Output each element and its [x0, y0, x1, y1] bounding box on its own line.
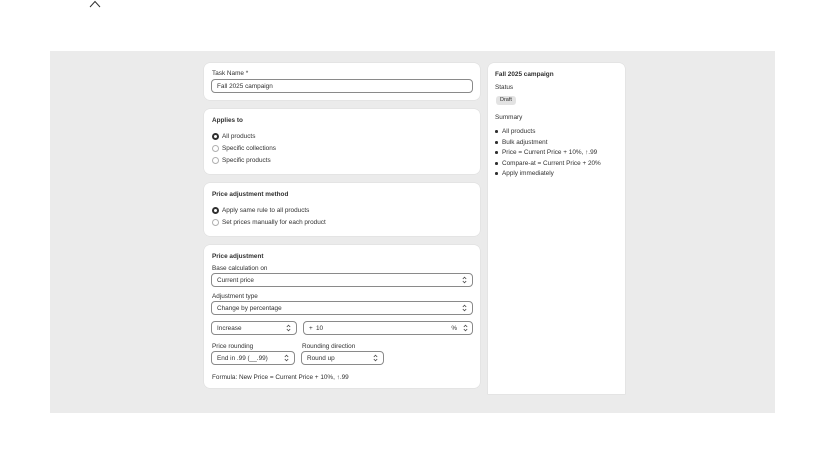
summary-item: Price = Current Price + 10%, ↑.99 — [502, 149, 598, 156]
adjustment-type-label: Adjustment type — [212, 293, 258, 300]
summary-item: Compare-at = Current Price + 20% — [502, 160, 601, 167]
summary-item: Apply immediately — [502, 170, 554, 177]
base-calculation-select[interactable]: Current price — [211, 273, 473, 287]
radio-specific-products[interactable] — [212, 157, 219, 164]
summary-bullet — [495, 130, 498, 133]
applies-to-card — [204, 109, 480, 174]
radio-same-rule[interactable] — [212, 207, 219, 214]
direction-select[interactable]: Increase — [211, 321, 297, 335]
summary-card — [488, 63, 625, 394]
summary-bullet — [495, 172, 498, 175]
select-arrows-icon — [462, 276, 467, 284]
radio-same-rule-label: Apply same rule to all products — [222, 207, 310, 214]
task-name-label: Task Name * — [212, 70, 249, 77]
summary-label: Summary — [495, 114, 523, 121]
applies-to-title: Applies to — [212, 117, 243, 124]
radio-manual-prices[interactable] — [212, 219, 219, 226]
task-name-value: Fall 2025 campaign — [217, 83, 273, 90]
formula-text: Formula: New Price = Current Price + 10%… — [212, 374, 349, 381]
summary-item: All products — [502, 128, 536, 135]
select-arrows-icon — [286, 324, 291, 332]
amount-prefix: + — [309, 325, 313, 332]
price-rounding-label: Price rounding — [212, 343, 254, 350]
radio-all-products-label: All products — [222, 133, 256, 140]
adjustment-type-select[interactable]: Change by percentage — [211, 301, 473, 315]
price-rounding-value: End in .99 (__.99) — [217, 355, 268, 362]
amount-value: 10 — [316, 325, 324, 332]
rounding-direction-value: Round up — [307, 355, 335, 362]
summary-item: Bulk adjustment — [502, 139, 548, 146]
summary-card-title: Fall 2025 campaign — [495, 71, 554, 78]
radio-manual-prices-label: Set prices manually for each product — [222, 219, 326, 226]
adjustment-type-value: Change by percentage — [217, 305, 282, 312]
base-calculation-label: Base calculation on — [212, 265, 268, 272]
amount-input[interactable]: + 10 % — [303, 321, 473, 335]
price-adjustment-title: Price adjustment — [212, 253, 264, 260]
radio-specific-products-label: Specific products — [222, 157, 271, 164]
amount-suffix: % — [451, 325, 457, 332]
direction-value: Increase — [217, 325, 242, 332]
summary-bullet — [495, 151, 498, 154]
summary-bullet — [495, 141, 498, 144]
rounding-direction-label: Rounding direction — [302, 343, 356, 350]
radio-all-products[interactable] — [212, 133, 219, 140]
status-badge: Draft — [496, 96, 516, 105]
status-label: Status — [495, 84, 514, 91]
method-title: Price adjustment method — [212, 191, 289, 198]
base-calculation-value: Current price — [217, 277, 254, 284]
radio-specific-collections-label: Specific collections — [222, 145, 276, 152]
select-arrows-icon — [462, 304, 467, 312]
stepper-icon[interactable] — [463, 324, 468, 332]
select-arrows-icon — [284, 354, 289, 362]
summary-bullet — [495, 162, 498, 165]
price-rounding-select[interactable]: End in .99 (__.99) — [211, 351, 295, 365]
chevron-up-icon[interactable] — [88, 0, 102, 9]
task-name-input[interactable]: Fall 2025 campaign — [211, 79, 473, 93]
select-arrows-icon — [373, 354, 378, 362]
rounding-direction-select[interactable]: Round up — [301, 351, 384, 365]
radio-specific-collections[interactable] — [212, 145, 219, 152]
